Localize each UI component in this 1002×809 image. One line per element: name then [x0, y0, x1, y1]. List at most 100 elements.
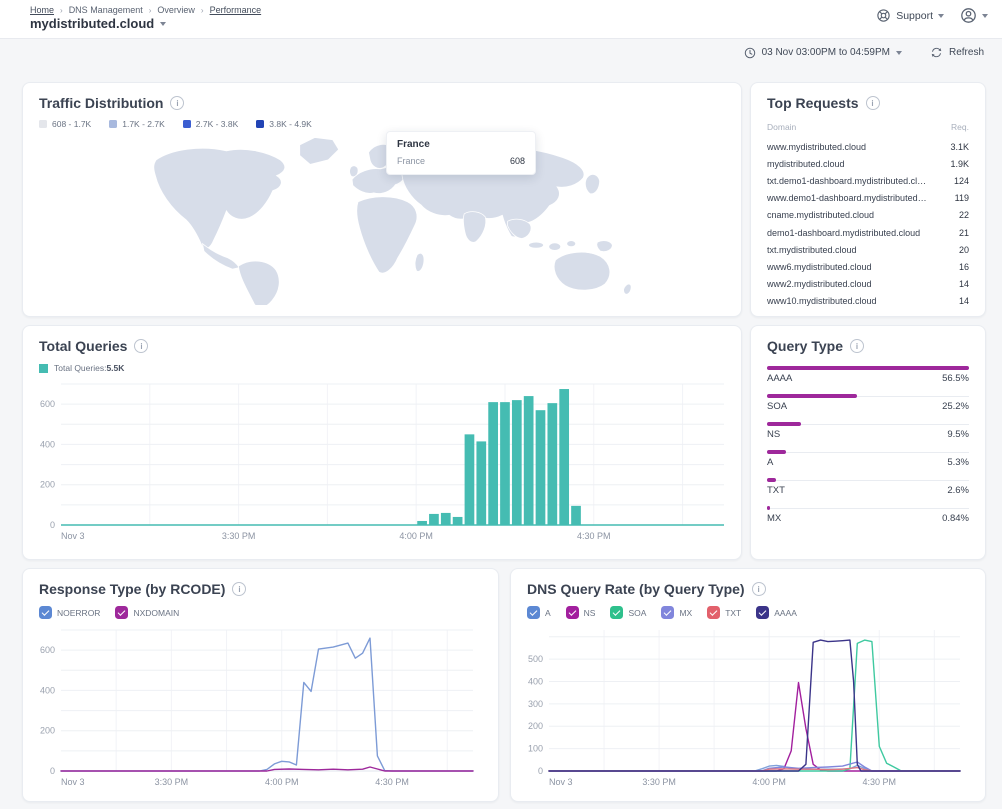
- clock-icon: [744, 47, 756, 59]
- chevron-down-icon: [982, 14, 988, 18]
- series-toggle-a[interactable]: A: [527, 606, 551, 619]
- svg-text:200: 200: [40, 726, 55, 736]
- series-toggle-ns[interactable]: NS: [566, 606, 596, 619]
- info-circle-icon[interactable]: [232, 582, 246, 596]
- query-type-panel: Query Type AAAA56.5%SOA25.2%NS9.5%A5.3%T…: [750, 325, 986, 560]
- bar-track: [767, 396, 969, 397]
- checkbox-checked-icon[interactable]: [661, 606, 674, 619]
- response-type-legend: NOERROR NXDOMAIN: [23, 597, 498, 619]
- map-region[interactable]: [238, 261, 279, 305]
- bar-meta: A5.3%: [767, 457, 969, 468]
- map-region[interactable]: [567, 241, 576, 247]
- breadcrumb-home[interactable]: Home: [30, 5, 54, 15]
- map-region[interactable]: [554, 252, 610, 290]
- legend-label: 608 - 1.7K: [52, 119, 91, 129]
- series-toggle-aaaa[interactable]: AAAA: [756, 606, 797, 619]
- svg-text:400: 400: [40, 685, 55, 695]
- checkbox-checked-icon[interactable]: [527, 606, 540, 619]
- legend-swatch: [109, 120, 117, 128]
- chevron-down-icon: [938, 14, 944, 18]
- table-row: www.mydistributed.cloud3.1K: [767, 138, 969, 155]
- table-row: demo1-dashboard.mydistributed.cloud21: [767, 224, 969, 241]
- bar-track: [767, 480, 969, 481]
- account-menu-button[interactable]: [960, 7, 988, 24]
- series-toggle-nxdomain[interactable]: NXDOMAIN: [115, 606, 179, 619]
- table-row: www6.mydistributed.cloud16: [767, 258, 969, 275]
- domain-cell: www10.mydistributed.cloud: [767, 296, 877, 306]
- svg-text:4:00 PM: 4:00 PM: [265, 777, 299, 787]
- map-region[interactable]: [549, 243, 561, 250]
- domain-cell: www6.mydistributed.cloud: [767, 262, 872, 272]
- world-map[interactable]: [35, 133, 729, 305]
- map-region[interactable]: [154, 148, 285, 248]
- checkbox-checked-icon[interactable]: [115, 606, 128, 619]
- top-header-bar: Home › DNS Management › Overview › Perfo…: [0, 0, 1002, 39]
- map-region[interactable]: [529, 242, 544, 248]
- series-toggle-noerror[interactable]: NOERROR: [39, 606, 100, 619]
- panel-title: Query Type: [767, 338, 843, 354]
- svg-text:Nov 3: Nov 3: [61, 777, 85, 787]
- map-region[interactable]: [597, 241, 613, 252]
- traffic-distribution-panel: Traffic Distribution 608 - 1.7K1.7K - 2.…: [22, 82, 742, 317]
- zone-selector[interactable]: mydistributed.cloud: [30, 16, 166, 31]
- tooltip-country-title: France: [397, 139, 525, 150]
- requests-cell: 22: [959, 210, 969, 220]
- requests-cell: 119: [955, 193, 969, 203]
- record-type-percent: 9.5%: [947, 429, 969, 440]
- total-queries-chart: 0200400600Nov 33:30 PM4:00 PM4:30 PM: [29, 375, 727, 545]
- map-region[interactable]: [415, 253, 424, 271]
- series-label: SOA: [628, 608, 646, 618]
- requests-cell: 14: [959, 296, 969, 306]
- refresh-button[interactable]: Refresh: [930, 46, 984, 59]
- total-queries-legend: Total Queries:5.5K: [23, 354, 741, 373]
- map-region[interactable]: [357, 197, 417, 273]
- svg-text:400: 400: [40, 439, 55, 449]
- checkbox-checked-icon[interactable]: [707, 606, 720, 619]
- checkbox-checked-icon[interactable]: [756, 606, 769, 619]
- record-type-percent: 0.84%: [942, 513, 969, 524]
- info-circle-icon[interactable]: [866, 96, 880, 110]
- series-toggle-txt[interactable]: TXT: [707, 606, 741, 619]
- info-circle-icon[interactable]: [170, 96, 184, 110]
- map-region[interactable]: [463, 212, 485, 243]
- map-region[interactable]: [300, 137, 339, 164]
- map-region[interactable]: [585, 174, 599, 193]
- map-region[interactable]: [203, 244, 240, 269]
- svg-text:600: 600: [40, 645, 55, 655]
- header-actions: Support: [876, 7, 988, 24]
- query-type-row: TXT2.6%: [767, 480, 969, 496]
- breadcrumb-performance[interactable]: Performance: [210, 5, 262, 15]
- breadcrumb-dns-management[interactable]: DNS Management: [69, 5, 143, 15]
- requests-cell: 14: [959, 279, 969, 289]
- table-row: www10.mydistributed.cloud 14: [767, 293, 969, 310]
- bar: [767, 478, 776, 482]
- series-toggle-soa[interactable]: SOA: [610, 606, 646, 619]
- record-type-label: MX: [767, 513, 781, 524]
- map-region[interactable]: [624, 284, 632, 294]
- date-range-picker[interactable]: 03 Nov 03:00PM to 04:59PM: [744, 47, 902, 59]
- checkbox-checked-icon[interactable]: [566, 606, 579, 619]
- table-row: txt.demo1-dashboard.mydistributed.cloud1…: [767, 172, 969, 189]
- support-button[interactable]: Support: [876, 8, 944, 23]
- checkbox-checked-icon[interactable]: [39, 606, 52, 619]
- checkbox-checked-icon[interactable]: [610, 606, 623, 619]
- series-toggle-mx[interactable]: MX: [661, 606, 692, 619]
- series-label: NS: [584, 608, 596, 618]
- response-type-chart: 0200400600Nov 33:30 PM4:00 PM4:30 PM: [29, 621, 476, 791]
- world-map-container: France France 608: [35, 133, 729, 310]
- svg-text:4:00 PM: 4:00 PM: [399, 531, 433, 541]
- query-type-row: SOA25.2%: [767, 396, 969, 412]
- series-label: TXT: [725, 608, 741, 618]
- domain-cell: www.demo1-dashboard.mydistributed.cloud: [767, 193, 927, 203]
- bar-track: [767, 424, 969, 425]
- series-label: AAAA: [774, 608, 797, 618]
- breadcrumb-overview[interactable]: Overview: [157, 5, 195, 15]
- info-circle-icon[interactable]: [752, 582, 766, 596]
- panel-title: DNS Query Rate (by Query Type): [527, 581, 745, 597]
- bar: [767, 506, 770, 510]
- info-circle-icon[interactable]: [134, 339, 148, 353]
- domain-cell: txt.demo1-dashboard.mydistributed.cloud: [767, 176, 927, 186]
- info-circle-icon[interactable]: [850, 339, 864, 353]
- legend-label: 3.8K - 4.9K: [269, 119, 312, 129]
- column-requests: Req.: [951, 122, 969, 132]
